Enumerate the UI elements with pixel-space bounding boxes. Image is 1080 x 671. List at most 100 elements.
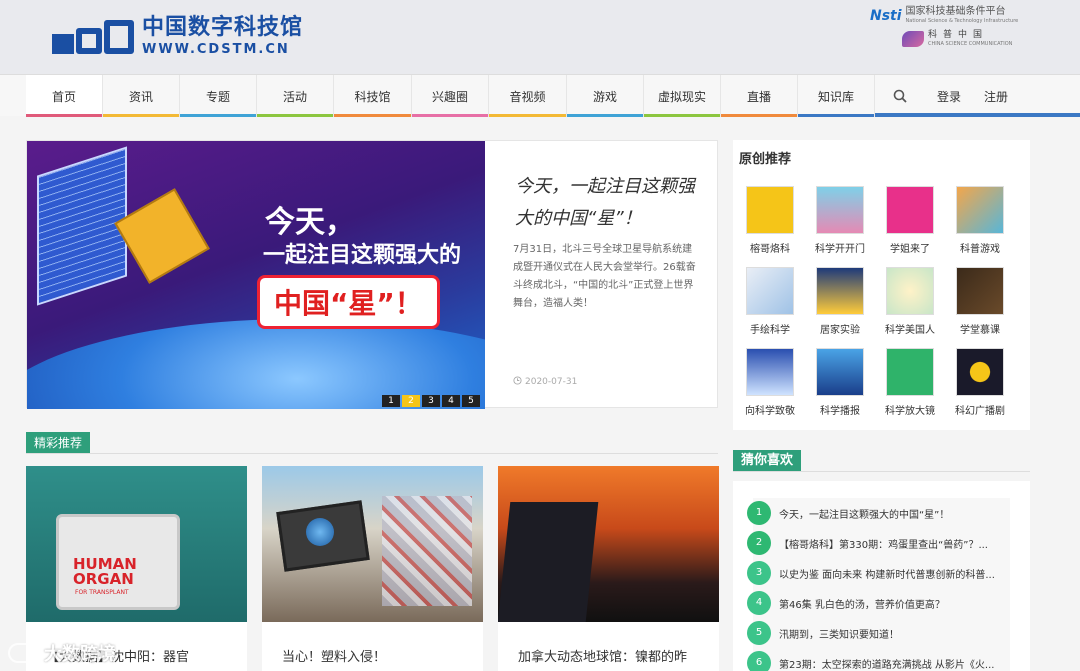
carousel-dot[interactable]: 1 <box>382 395 400 407</box>
globe-graphic <box>306 518 334 546</box>
nav-item-interest[interactable]: 兴趣圈 <box>412 75 489 117</box>
original-item-label: 向科学致敬 <box>745 406 795 417</box>
nav-item-museum[interactable]: 科技馆 <box>334 75 412 117</box>
register-link[interactable]: 注册 <box>984 75 1008 117</box>
site-header: 中国数字科技馆 WWW.CDSTM.CN Nsti 国家科技基础条件平台 Nat… <box>0 0 1080 74</box>
nav-item-games[interactable]: 游戏 <box>567 75 644 117</box>
original-item[interactable]: 科学播报 <box>808 348 872 417</box>
featured-card[interactable]: 当心！塑料入侵！ <box>262 466 483 671</box>
nav-label: 音视频 <box>509 89 546 104</box>
original-item-label: 科学美国人 <box>885 325 935 336</box>
carousel-dot[interactable]: 5 <box>462 395 480 407</box>
nav-item-vr[interactable]: 虚拟现实 <box>644 75 721 117</box>
rank-badge: 4 <box>747 591 771 615</box>
guess-like-list: 1 今天，一起注目这颗强大的中国“星”！ 2 【榕哥烙科】第330期：鸡蛋里查出… <box>733 481 1030 671</box>
hero-title[interactable]: 今天，一起注目这颗强大的中国“星”！ <box>515 171 705 235</box>
salute-science-icon <box>746 348 794 396</box>
list-item[interactable]: 3 以史为鉴 面向未来 构建新时代普惠创新的科普... <box>747 558 1010 588</box>
original-item-label: 榕哥烙科 <box>750 244 790 255</box>
main-nav: 首页 资讯 专题 活动 科技馆 兴趣圈 音视频 游戏 虚拟现实 直播 知识库 登… <box>0 74 1080 117</box>
science-game-icon <box>956 186 1004 234</box>
original-item[interactable]: 科幻广播剧 <box>948 348 1012 417</box>
partner-nsti-logo[interactable]: Nsti 国家科技基础条件平台 National Science & Techn… <box>870 6 1018 25</box>
nav-item-home[interactable]: 首页 <box>26 75 103 117</box>
kepu-icon <box>902 31 924 47</box>
original-item[interactable]: 学姐来了 <box>878 186 942 255</box>
original-item-label: 学堂慕课 <box>960 325 1000 336</box>
original-recommend-title: 原创推荐 <box>739 152 792 167</box>
watermark-logo-icon <box>8 643 38 663</box>
original-item[interactable]: 手绘科学 <box>738 267 802 336</box>
original-item[interactable]: 榕哥烙科 <box>738 186 802 255</box>
original-item-label: 科学放大镜 <box>885 406 935 417</box>
rank-badge: 3 <box>747 561 771 585</box>
guess-like-divider <box>733 471 1030 472</box>
featured-card-title: 当心！塑料入侵！ <box>282 650 387 665</box>
nav-label: 知识库 <box>817 89 854 104</box>
science-door-icon <box>816 186 864 234</box>
organ-box-text: HUMAN ORGAN <box>73 555 137 588</box>
featured-card-title: 加拿大动态地球馆：镍都的昨 <box>518 650 688 665</box>
nav-label: 资讯 <box>128 89 153 104</box>
senior-sister-icon <box>886 186 934 234</box>
original-item[interactable]: 居家实验 <box>808 267 872 336</box>
original-item-label: 科普游戏 <box>960 244 1000 255</box>
original-item[interactable]: 科学美国人 <box>878 267 942 336</box>
partner-kepu-name: 科普中国 <box>928 30 989 40</box>
nav-item-live[interactable]: 直播 <box>721 75 798 117</box>
nav-item-knowledge[interactable]: 知识库 <box>798 75 875 117</box>
hero-image-line3: 中国“星”！ <box>257 275 440 329</box>
hand-drawn-icon <box>746 267 794 315</box>
login-link[interactable]: 登录 <box>937 75 961 117</box>
original-item[interactable]: 向科学致敬 <box>738 348 802 417</box>
logo-title: 中国数字科技馆 <box>142 15 304 40</box>
hero-date-text: 2020-07-31 <box>525 377 578 387</box>
carousel-dot-active[interactable]: 2 <box>402 395 420 407</box>
partner-kepu-logo[interactable]: 科普中国 CHINA SCIENCE COMMUNICATION <box>902 30 1012 48</box>
list-item[interactable]: 4 第46集 乳白色的汤，营养价值更高？ <box>747 588 1010 618</box>
search-icon[interactable] <box>893 89 907 103</box>
satellite-panel-graphic <box>37 146 127 306</box>
nav-item-media[interactable]: 音视频 <box>489 75 567 117</box>
hero-image-line2: 一起注目这颗强大的 <box>263 243 462 268</box>
original-item-label: 科幻广播剧 <box>955 406 1005 417</box>
original-item[interactable]: 科学放大镜 <box>878 348 942 417</box>
original-item[interactable]: 科普游戏 <box>948 186 1012 255</box>
original-item-label: 居家实验 <box>820 325 860 336</box>
hero-description: 7月31日，北斗三号全球卫星导航系统建成暨开通仪式在人民大会堂举行。26载奋斗终… <box>513 244 696 309</box>
logo-url: WWW.CDSTM.CN <box>142 42 290 57</box>
nav-item-topics[interactable]: 专题 <box>180 75 257 117</box>
list-item[interactable]: 2 【榕哥烙科】第330期：鸡蛋里查出“兽药”？... <box>747 528 1010 558</box>
site-logo[interactable]: 中国数字科技馆 WWW.CDSTM.CN <box>52 16 303 58</box>
featured-card[interactable]: 加拿大动态地球馆：镍都的昨 <box>498 466 719 671</box>
hero-image-line1: 今天， <box>265 205 355 240</box>
list-item-text: 以史为鉴 面向未来 构建新时代普惠创新的科普... <box>779 570 995 581</box>
list-item-text: 第23期：太空探索的道路充满挑战 从影片《火... <box>779 660 995 671</box>
organ-transplant-image: HUMAN ORGAN FOR TRANSPLANT <box>26 466 247 622</box>
carousel-dot[interactable]: 4 <box>442 395 460 407</box>
nav-label: 兴趣圈 <box>431 89 468 104</box>
carousel-dot[interactable]: 3 <box>422 395 440 407</box>
hero-image[interactable]: 今天， 一起注目这颗强大的 中国“星”！ 1 2 3 4 5 <box>27 141 485 409</box>
list-item[interactable]: 6 第23期：太空探索的道路充满挑战 从影片《火... <box>747 648 1010 671</box>
mooc-icon <box>956 267 1004 315</box>
featured-section-tag: 精彩推荐 <box>26 432 91 454</box>
rank-badge: 1 <box>747 501 771 525</box>
nav-item-news[interactable]: 资讯 <box>103 75 180 117</box>
hero-banner[interactable]: 今天， 一起注目这颗强大的 中国“星”！ 1 2 3 4 5 今天，一起注目这颗… <box>26 140 718 409</box>
nav-label: 科技馆 <box>354 89 391 104</box>
nav-label: 直播 <box>746 89 771 104</box>
partner-nsti-name: 国家科技基础条件平台 <box>905 6 1006 17</box>
original-item[interactable]: 学堂慕课 <box>948 267 1012 336</box>
list-item[interactable]: 5 汛期到，三类知识要知道！ <box>747 618 1010 648</box>
featured-divider <box>26 453 718 454</box>
list-item-text: 汛期到，三类知识要知道！ <box>779 630 899 641</box>
original-item-label: 学姐来了 <box>890 244 930 255</box>
nav-item-events[interactable]: 活动 <box>257 75 334 117</box>
list-item[interactable]: 1 今天，一起注目这颗强大的中国“星”！ <box>747 498 1010 528</box>
carousel-pager: 1 2 3 4 5 <box>382 395 482 407</box>
original-item-label: 科学开开门 <box>815 244 865 255</box>
hero-date: 2020-07-31 <box>513 376 577 387</box>
rank-badge: 2 <box>747 531 771 555</box>
original-item[interactable]: 科学开开门 <box>808 186 872 255</box>
